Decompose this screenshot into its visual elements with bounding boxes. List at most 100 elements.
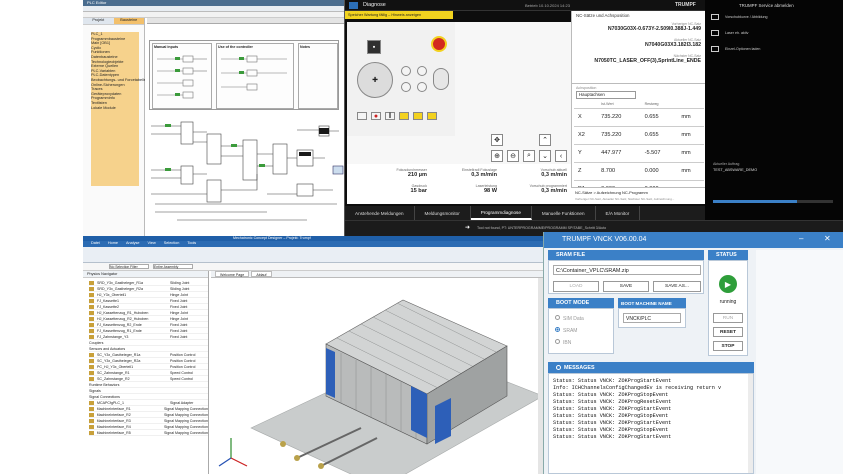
vnck-status-panel: ▶ running RUN RESET STOP xyxy=(708,260,748,356)
tree-item[interactable]: Beobachtungs- und Forcetabellen xyxy=(83,78,145,83)
vnck-titlebar: TRUMPF VNCK V06.00.04 – ✕ xyxy=(544,232,843,248)
diag-jog-dial[interactable]: ✚ xyxy=(357,62,393,98)
diag-stat: Fokusdurchmesser 210 µm xyxy=(396,168,427,178)
diag-top-center: Betrieb 10.10.2024 14:23 xyxy=(525,3,570,8)
expand-icon[interactable] xyxy=(556,365,561,370)
diag-nc-header: NC-Sätze und Achsposition xyxy=(576,13,630,18)
vnck-minimize-icon[interactable]: – xyxy=(799,234,803,243)
diag-pause-button[interactable]: ‖ xyxy=(385,112,395,120)
diag-axis-mode-select[interactable]: Hauptachsen xyxy=(576,91,636,99)
vnck-run-indicator-icon: ▶ xyxy=(719,275,737,293)
radio-selected-icon[interactable] xyxy=(555,327,560,332)
vnck-boot-name-panel: VNCK/PLC xyxy=(618,308,686,328)
plc-title: PLC Editor xyxy=(87,0,107,5)
diag-chevron-left-icon[interactable]: ‹ xyxy=(555,150,567,162)
tab-welcome-page[interactable]: Welcome Page xyxy=(215,271,250,277)
diag-stat: Vorschub programmiert 0,3 m/min xyxy=(529,184,567,194)
diag-feed-button-3[interactable] xyxy=(401,82,411,92)
tree-item[interactable]: MachineInterface_R5 Signal Mapping Connec… xyxy=(89,430,208,436)
vnck-close-icon[interactable]: ✕ xyxy=(824,234,831,243)
diag-axis-panel: Achsposition Hauptachsen Ist-Wert Restweg… xyxy=(571,83,705,199)
tab-messages[interactable]: Anstehende Meldungen xyxy=(345,206,415,220)
diag-zoom-in-icon[interactable]: ⊕ xyxy=(491,150,503,162)
diag-tab-bar: Anstehende Meldungen Meldungsmonitor Pro… xyxy=(345,206,705,220)
diag-zoom-out-icon[interactable]: ⊖ xyxy=(507,150,519,162)
diag-record-button[interactable]: ● xyxy=(371,112,381,120)
plc-panel-notes: Notes xyxy=(298,43,338,109)
diag-sidebar: TRUMPF Service abmelden Vorschubkurve / … xyxy=(705,0,843,220)
tab-program-diagnosis[interactable]: Programmdiagnose xyxy=(470,206,532,220)
message-line: Info: ICHChannelsConfigChangedEv is rece… xyxy=(553,385,722,391)
sim-selection-filter[interactable]: No Selection Filter xyxy=(109,264,149,269)
sim-navigator-title: Physics Navigator xyxy=(83,271,208,278)
diag-start-button[interactable] xyxy=(357,112,367,120)
diag-axis-table: Ist-Wert Restweg X 735.220 0.655 mm X2 735.22… xyxy=(574,100,704,199)
vnck-run-button[interactable]: RUN xyxy=(713,313,743,323)
sim-navigator[interactable]: Physics Navigator SRD_Y3x_Gastheleger_R1… xyxy=(83,271,209,474)
vnck-save-button[interactable]: SAVE xyxy=(603,281,649,292)
vnck-boot-option[interactable]: SRAM xyxy=(555,327,577,334)
tab-ablauf[interactable]: Ablauf xyxy=(251,271,272,277)
vnck-title: TRUMPF VNCK V06.00.04 xyxy=(562,236,647,243)
vnck-stop-button[interactable]: STOP xyxy=(713,341,743,351)
diag-feed-button-1[interactable] xyxy=(401,66,411,76)
vnck-messages-scrollbar[interactable] xyxy=(748,374,753,473)
vnck-boot-option[interactable]: IBN xyxy=(555,339,571,346)
diag-brand: TRUMPF xyxy=(675,2,696,8)
tab-message-monitor[interactable]: Meldungsmonitor xyxy=(415,206,471,220)
plc-manual-logic-icon xyxy=(157,55,207,99)
radio-icon[interactable] xyxy=(555,315,560,320)
diag-key-button[interactable]: ▪ xyxy=(367,40,381,54)
diag-window: Diagnose Betrieb 10.10.2024 14:23 TRUMPF… xyxy=(345,0,843,236)
diag-yellow-button-3[interactable] xyxy=(427,112,437,120)
diag-speed-knob[interactable] xyxy=(433,68,449,90)
message-line: Status: Status VNCK: ZOKProgStartEvent xyxy=(553,434,672,440)
sim-3d-viewport[interactable] xyxy=(211,278,543,474)
vnck-boot-option[interactable]: SIM Data xyxy=(555,315,584,322)
tree-item[interactable]: Lokale Module xyxy=(83,106,145,111)
sim-assembly-select[interactable]: Entire Assembly xyxy=(153,264,193,269)
message-line: Status: Status VNCK: ZOKProgStopEvent xyxy=(553,392,669,398)
message-line: Status: Status VNCK: ZOKProgStartEvent xyxy=(553,420,672,426)
diag-service-logout[interactable]: TRUMPF Service abmelden xyxy=(739,3,794,8)
plc-project-tree[interactable]: Projekt Bausteine PLC_1 Programmbaustein… xyxy=(83,18,145,236)
vnck-sram-path[interactable]: C:\Container_VPLC\SRAM.zip xyxy=(553,265,701,275)
vnck-status-text: running xyxy=(719,299,737,305)
diag-program-record[interactable]: NC-Sätze > Aufzeichnung NC-Programm Vorh… xyxy=(571,187,705,204)
vnck-boot-name-field[interactable]: VNCK/PLC xyxy=(623,313,681,323)
diag-side-icon xyxy=(711,46,719,52)
diag-feed-button-4[interactable] xyxy=(417,82,427,92)
plc-tree-list[interactable]: PLC_1 Programmbausteine Main [OB1] Cycli… xyxy=(83,32,145,110)
diag-yellow-button-1[interactable] xyxy=(399,112,409,120)
diag-stat: Vorschub aktuell 0,3 m/min xyxy=(540,168,567,178)
diag-stat: Laserleistung 98 W xyxy=(475,184,497,194)
diag-zoom-fit-icon[interactable]: ⌕ xyxy=(523,150,535,162)
diag-yellow-button-2[interactable] xyxy=(413,112,423,120)
vnck-boot-name-header: BOOT MACHINE NAME xyxy=(618,298,686,308)
plc-fbd-network[interactable] xyxy=(147,114,345,234)
plc-controller-logic-icon xyxy=(221,55,287,91)
vnck-sram-header: SRAM FILE xyxy=(548,250,704,260)
vnck-messages-panel: Status: Status VNCK: ZOKProgStartEvent I… xyxy=(548,373,754,474)
tab-io-monitor[interactable]: E/A Monitor xyxy=(596,206,641,220)
diag-pan-icon[interactable]: ✥ xyxy=(491,134,503,146)
plc-tab-projekt[interactable]: Projekt xyxy=(83,18,114,24)
diag-emergency-stop[interactable] xyxy=(431,36,447,52)
diag-warning-banner[interactable]: Speicher Wartung fällig – Hinweis anzeig… xyxy=(345,11,453,19)
radio-icon[interactable] xyxy=(555,339,560,344)
table-row: Y 447.977 -5.507 mm xyxy=(574,144,704,163)
vnck-reset-button[interactable]: RESET xyxy=(713,327,743,337)
diag-chevron-up-icon[interactable]: ⌃ xyxy=(539,134,551,146)
diag-feed-button-2[interactable] xyxy=(417,66,427,76)
plc-tab-bausteine[interactable]: Bausteine xyxy=(113,18,144,24)
diag-chevron-down-icon[interactable]: ⌄ xyxy=(539,150,551,162)
diag-nc-prev: N7030G03X-0.673Y-2.509I0.388J-1.449 xyxy=(607,26,701,32)
vnck-save-as-button[interactable]: SAVE AS... xyxy=(653,281,701,292)
sim-title: Mechatronic Concept Designer – Projekt: … xyxy=(233,236,311,240)
diag-job-progress xyxy=(713,200,833,203)
message-line: Status: Status VNCK: ZOKProgStartEvent xyxy=(553,406,672,412)
tab-manual-functions[interactable]: Manuelle Funktionen xyxy=(532,206,596,220)
vnck-load-button[interactable]: LOAD xyxy=(553,281,599,292)
plc-panel-controller: Use of the controller xyxy=(216,43,294,109)
diag-nc-panel: NC-Sätze und Achsposition Vorheriger NC-… xyxy=(571,11,705,83)
